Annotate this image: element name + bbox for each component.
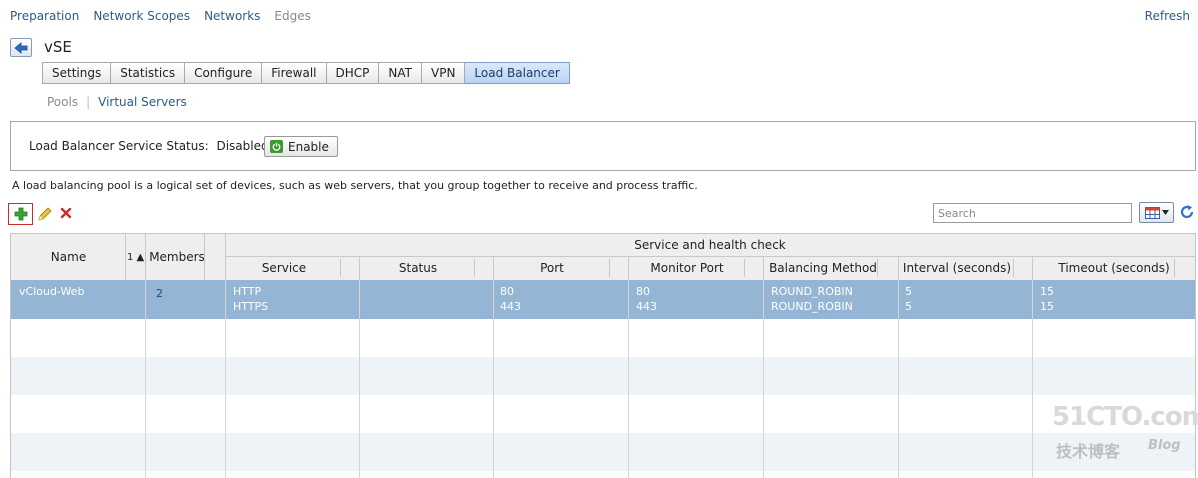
empty-row	[11, 471, 1195, 478]
search-input[interactable]	[933, 203, 1132, 223]
col-status-header[interactable]: Status	[359, 261, 477, 275]
grid-body: vCloud-Web 2 HTTP HTTPS 80 443 80 443 RO…	[11, 280, 1195, 478]
timeout-line: 15	[1040, 285, 1054, 298]
nav-edges[interactable]: Edges	[274, 9, 310, 23]
pool-description: A load balancing pool is a logical set o…	[12, 179, 698, 192]
column-picker-button[interactable]	[1139, 202, 1174, 223]
interval-line: 5	[905, 300, 912, 313]
grid-header: Name 1 ▲ Members Service and health chec…	[11, 234, 1195, 281]
power-icon	[270, 140, 283, 153]
sort-indicator[interactable]: 1 ▲	[127, 252, 144, 263]
subtab-separator: |	[86, 95, 91, 109]
tab-statistics[interactable]: Statistics	[111, 62, 186, 84]
balancing-method-line: ROUND_ROBIN	[771, 300, 853, 313]
interval-line: 5	[905, 285, 912, 298]
col-interval-header[interactable]: Interval (seconds)	[898, 261, 1016, 275]
arrow-left-icon	[14, 41, 28, 54]
refresh-icon	[1180, 205, 1194, 219]
tab-vpn[interactable]: VPN	[422, 62, 466, 84]
service-status-panel: Load Balancer Service Status: Disabled E…	[10, 121, 1196, 171]
empty-row	[11, 357, 1195, 395]
enable-button-label: Enable	[288, 139, 329, 154]
empty-row	[11, 433, 1195, 471]
col-monitor-port-header[interactable]: Monitor Port	[628, 261, 746, 275]
monitor-port-line: 80	[636, 285, 650, 298]
service-line: HTTPS	[233, 300, 269, 313]
tab-firewall[interactable]: Firewall	[262, 62, 327, 84]
cell-name: vCloud-Web	[19, 285, 85, 298]
col-name-header[interactable]: Name	[11, 250, 126, 264]
nav-network-scopes[interactable]: Network Scopes	[93, 9, 190, 23]
col-members-header[interactable]: Members	[146, 250, 208, 264]
col-port-header[interactable]: Port	[493, 261, 611, 275]
tab-nat[interactable]: NAT	[379, 62, 422, 84]
service-line: HTTP	[233, 285, 262, 298]
col-service-header[interactable]: Service	[225, 261, 343, 275]
enable-button[interactable]: Enable	[264, 136, 338, 157]
delete-icon	[60, 207, 72, 219]
tab-load-balancer[interactable]: Load Balancer	[465, 62, 570, 84]
tab-configure[interactable]: Configure	[185, 62, 263, 84]
table-row[interactable]: vCloud-Web 2 HTTP HTTPS 80 443 80 443 RO…	[11, 280, 1195, 319]
cell-monitor-port: 80 443	[636, 284, 657, 314]
tab-settings[interactable]: Settings	[42, 62, 112, 84]
empty-row	[11, 395, 1195, 433]
cell-balancing-method: ROUND_ROBIN ROUND_ROBIN	[771, 284, 853, 314]
pools-grid: Name 1 ▲ Members Service and health chec…	[10, 233, 1196, 478]
table-columns-icon	[1144, 206, 1160, 219]
status-value: Disabled	[216, 139, 269, 153]
cell-timeout: 15 15	[1040, 284, 1054, 314]
edge-title: vSE	[44, 38, 72, 56]
delete-pool-button[interactable]	[60, 207, 72, 222]
subtab-pools[interactable]: Pools	[47, 95, 78, 109]
col-group-header: Service and health check	[634, 238, 786, 252]
timeout-line: 15	[1040, 300, 1054, 313]
nav-preparation[interactable]: Preparation	[10, 9, 79, 23]
nav-networks[interactable]: Networks	[204, 9, 260, 23]
subtab-virtual-servers[interactable]: Virtual Servers	[98, 95, 187, 109]
edge-tabs: Settings Statistics Configure Firewall D…	[42, 62, 570, 84]
empty-row	[11, 319, 1195, 357]
refresh-grid-button[interactable]	[1179, 204, 1195, 223]
port-line: 443	[500, 300, 521, 313]
col-balancing-method-header[interactable]: Balancing Method	[764, 261, 882, 275]
chevron-down-icon	[1161, 210, 1169, 215]
add-icon	[14, 207, 27, 221]
col-timeout-header[interactable]: Timeout (seconds)	[1033, 261, 1195, 275]
cell-port: 80 443	[500, 284, 521, 314]
cell-members-link[interactable]: 2	[156, 286, 163, 301]
breadcrumb-nav: Preparation Network Scopes Networks Edge…	[10, 9, 311, 23]
back-button[interactable]	[10, 38, 32, 57]
add-pool-button[interactable]	[8, 203, 33, 225]
edit-pool-button[interactable]	[37, 206, 53, 225]
load-balancer-subtabs: Pools | Virtual Servers	[47, 95, 187, 109]
service-status-label: Load Balancer Service Status: Disabled	[29, 139, 269, 153]
refresh-link[interactable]: Refresh	[1145, 9, 1190, 23]
pencil-icon	[38, 207, 52, 221]
status-label-text: Load Balancer Service Status:	[29, 139, 209, 153]
balancing-method-line: ROUND_ROBIN	[771, 285, 853, 298]
cell-interval: 5 5	[905, 284, 912, 314]
tab-dhcp[interactable]: DHCP	[326, 62, 380, 84]
cell-service: HTTP HTTPS	[233, 284, 268, 314]
monitor-port-line: 443	[636, 300, 657, 313]
port-line: 80	[500, 285, 514, 298]
